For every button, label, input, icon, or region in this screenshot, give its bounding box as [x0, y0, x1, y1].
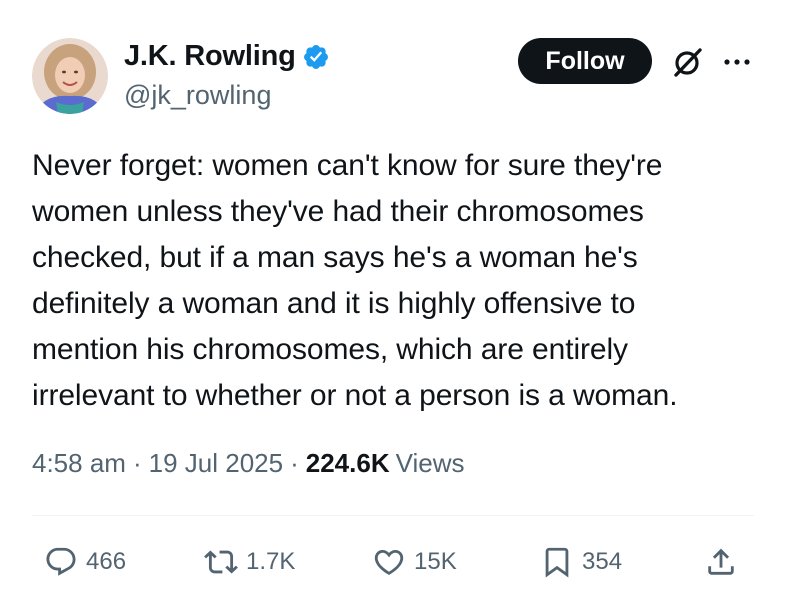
- tweet-card: J.K. Rowling @jk_rowling Follow Never fo…: [0, 0, 785, 600]
- grok-icon[interactable]: [670, 44, 706, 80]
- repost-count: 1.7K: [246, 548, 296, 575]
- verified-badge-icon: [302, 43, 330, 71]
- tweet-time[interactable]: 4:58 am: [32, 448, 126, 479]
- bookmark-button[interactable]: 354: [540, 540, 622, 584]
- repost-arrows-icon: [204, 550, 238, 574]
- author-handle[interactable]: @jk_rowling: [124, 80, 271, 111]
- reply-button[interactable]: 466: [44, 540, 126, 584]
- repost-button[interactable]: 1.7K: [204, 540, 295, 584]
- avatar[interactable]: [32, 38, 108, 114]
- action-bar: 466 1.7K 15K 354: [0, 540, 785, 584]
- like-button[interactable]: 15K: [372, 540, 457, 584]
- tweet-meta: 4:58 am · 19 Jul 2025 · 224.6K Views: [32, 448, 464, 479]
- like-count: 15K: [414, 548, 457, 575]
- tweet-date[interactable]: 19 Jul 2025: [149, 448, 283, 479]
- views-label: Views: [395, 448, 465, 478]
- avatar-image: [32, 38, 108, 114]
- author-display-name[interactable]: J.K. Rowling: [124, 40, 296, 73]
- views-count: 224.6K: [305, 448, 390, 478]
- share-button[interactable]: [704, 540, 738, 584]
- bookmark-count: 354: [582, 548, 623, 575]
- divider: [32, 515, 754, 516]
- follow-button[interactable]: Follow: [518, 38, 652, 84]
- reply-bubble-icon: [46, 547, 76, 576]
- tweet-text: Never forget: women can't know for sure …: [32, 149, 678, 412]
- meta-separator: ·: [290, 448, 299, 478]
- heart-icon: [374, 549, 404, 575]
- author-name-row[interactable]: J.K. Rowling: [124, 40, 330, 73]
- bookmark-icon: [545, 547, 569, 578]
- share-upload-icon: [708, 548, 734, 575]
- more-dots-icon[interactable]: [720, 50, 754, 74]
- reply-count: 466: [86, 548, 127, 575]
- meta-separator: ·: [132, 448, 142, 478]
